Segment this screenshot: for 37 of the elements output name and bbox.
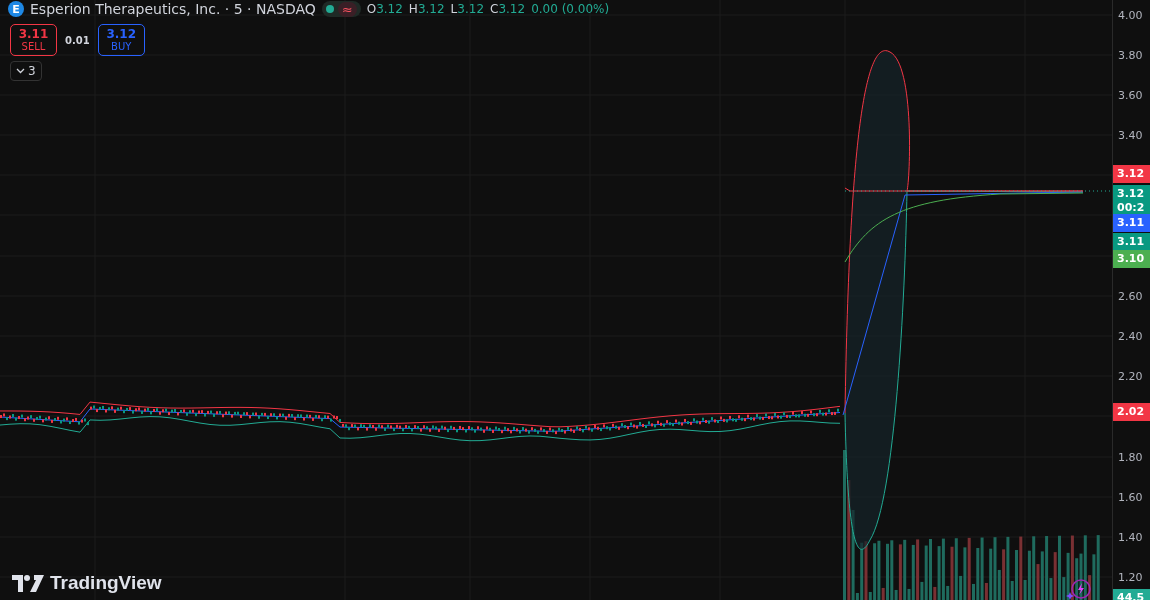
price-label: 3.10	[1113, 250, 1150, 268]
ohlc-label: L	[450, 2, 458, 16]
spread-value: 0.01	[65, 34, 90, 46]
brand-name: TradingView	[50, 572, 162, 594]
price-tick: 3.60	[1118, 88, 1143, 102]
price-label: 2.02	[1113, 403, 1150, 421]
price-tick: 2.60	[1118, 289, 1143, 303]
ohlc-value: 3.12	[376, 2, 403, 16]
ohlc-label: C	[490, 2, 499, 16]
price-label: 3.11	[1113, 233, 1150, 251]
price-tick: 1.80	[1118, 450, 1143, 464]
price-tick: 1.60	[1118, 490, 1143, 504]
price-tick: 1.40	[1118, 530, 1143, 544]
price-label: 3.12	[1113, 165, 1150, 183]
ohlc-value: 3.12	[417, 2, 445, 16]
indicators-toggle[interactable]: 3	[10, 61, 42, 81]
lightning-icon[interactable]	[1066, 578, 1092, 600]
company-logo: E	[8, 1, 24, 17]
price-tick: 2.20	[1118, 369, 1143, 383]
ohlc-label: O	[366, 2, 377, 16]
price-tick: 4.00	[1118, 8, 1143, 22]
ohlc-label: H	[408, 2, 418, 16]
ohlc-value: 3.12	[498, 2, 526, 16]
price-tick: 3.40	[1118, 128, 1143, 142]
price-label: 3.12 00:2	[1113, 185, 1150, 217]
tradingview-logo-icon	[12, 574, 44, 592]
chevron-down-icon	[16, 68, 25, 74]
symbol-title[interactable]: Esperion Therapeutics, Inc. · 5 · NASDAQ	[30, 1, 316, 17]
sell-button[interactable]: 3.11 SELL	[10, 24, 57, 56]
price-tick: 3.80	[1118, 48, 1143, 62]
ohlc-value: 3.12	[457, 2, 484, 16]
price-tick: 1.20	[1118, 570, 1143, 584]
buy-button[interactable]: 3.12 BUY	[97, 24, 145, 56]
data-status: ≈	[337, 1, 357, 17]
price-tick: 2.40	[1118, 329, 1143, 343]
price-label: 3.11	[1113, 214, 1150, 232]
price-change: 0.00 (0.00%)	[531, 2, 610, 16]
